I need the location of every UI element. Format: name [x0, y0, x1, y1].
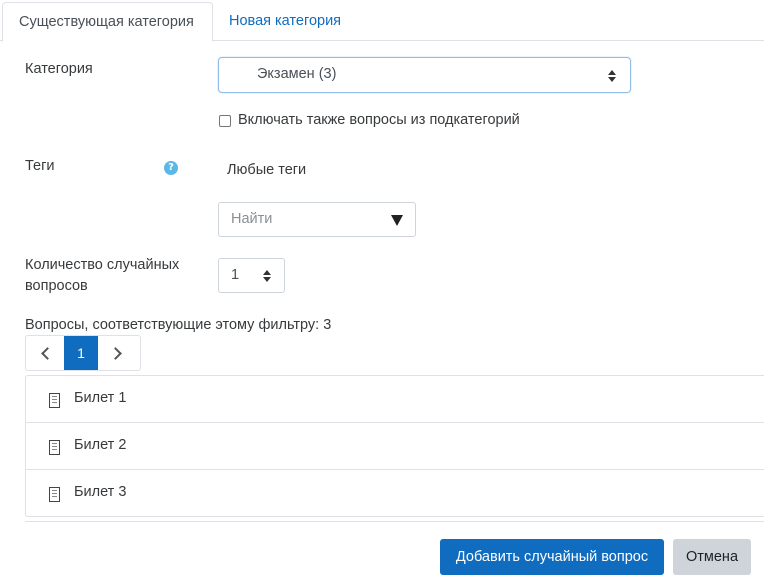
cancel-button[interactable]: Отмена	[673, 539, 751, 575]
add-random-question-button[interactable]: Добавить случайный вопрос	[440, 539, 664, 575]
page-button-current[interactable]: 1	[64, 336, 98, 370]
count-select[interactable]: 1	[218, 258, 285, 293]
count-select-value: 1	[231, 267, 240, 283]
list-item: Билет 1	[26, 376, 764, 423]
select-arrows-icon	[263, 270, 271, 282]
divider	[25, 521, 764, 522]
questions-summary: Вопросы, соответствующие этому фильтру: …	[25, 317, 332, 333]
list-item: Билет 3	[26, 470, 764, 516]
tags-label: Теги	[25, 158, 55, 174]
document-icon	[49, 487, 60, 502]
category-label: Категория	[25, 61, 93, 77]
tags-value: Любые теги	[227, 162, 307, 178]
tab-existing-category[interactable]: Существующая категория	[2, 2, 213, 42]
count-label-line2: вопросов	[25, 278, 88, 294]
tab-bar: Существующая категория Новая категория	[0, 0, 764, 42]
count-label-line1: Количество случайных	[25, 257, 180, 273]
chevron-right-icon	[108, 346, 122, 360]
help-icon[interactable]: ?	[164, 161, 178, 175]
question-name: Билет 1	[74, 390, 127, 406]
category-select[interactable]: Экзамен (3)	[218, 57, 631, 93]
category-select-value: Экзамен (3)	[257, 66, 337, 82]
include-subcategories-label: Включать также вопросы из подкатегорий	[238, 112, 520, 128]
next-page-button[interactable]	[98, 336, 136, 370]
tab-new-category[interactable]: Новая категория	[213, 2, 357, 41]
prev-page-button[interactable]	[26, 336, 64, 370]
tags-search-dropdown[interactable]: Найти	[218, 202, 416, 237]
select-arrows-icon	[608, 70, 616, 82]
dropdown-triangle-icon	[391, 215, 403, 226]
pagination: 1	[25, 335, 141, 371]
list-item: Билет 2	[26, 423, 764, 470]
document-icon	[49, 440, 60, 455]
tags-search-placeholder: Найти	[231, 211, 273, 227]
question-name: Билет 2	[74, 437, 127, 453]
chevron-left-icon	[40, 346, 54, 360]
question-name: Билет 3	[74, 484, 127, 500]
question-list: Билет 1 Билет 2 Билет 3	[25, 375, 764, 517]
document-icon	[49, 393, 60, 408]
include-subcategories-checkbox[interactable]	[219, 115, 231, 127]
